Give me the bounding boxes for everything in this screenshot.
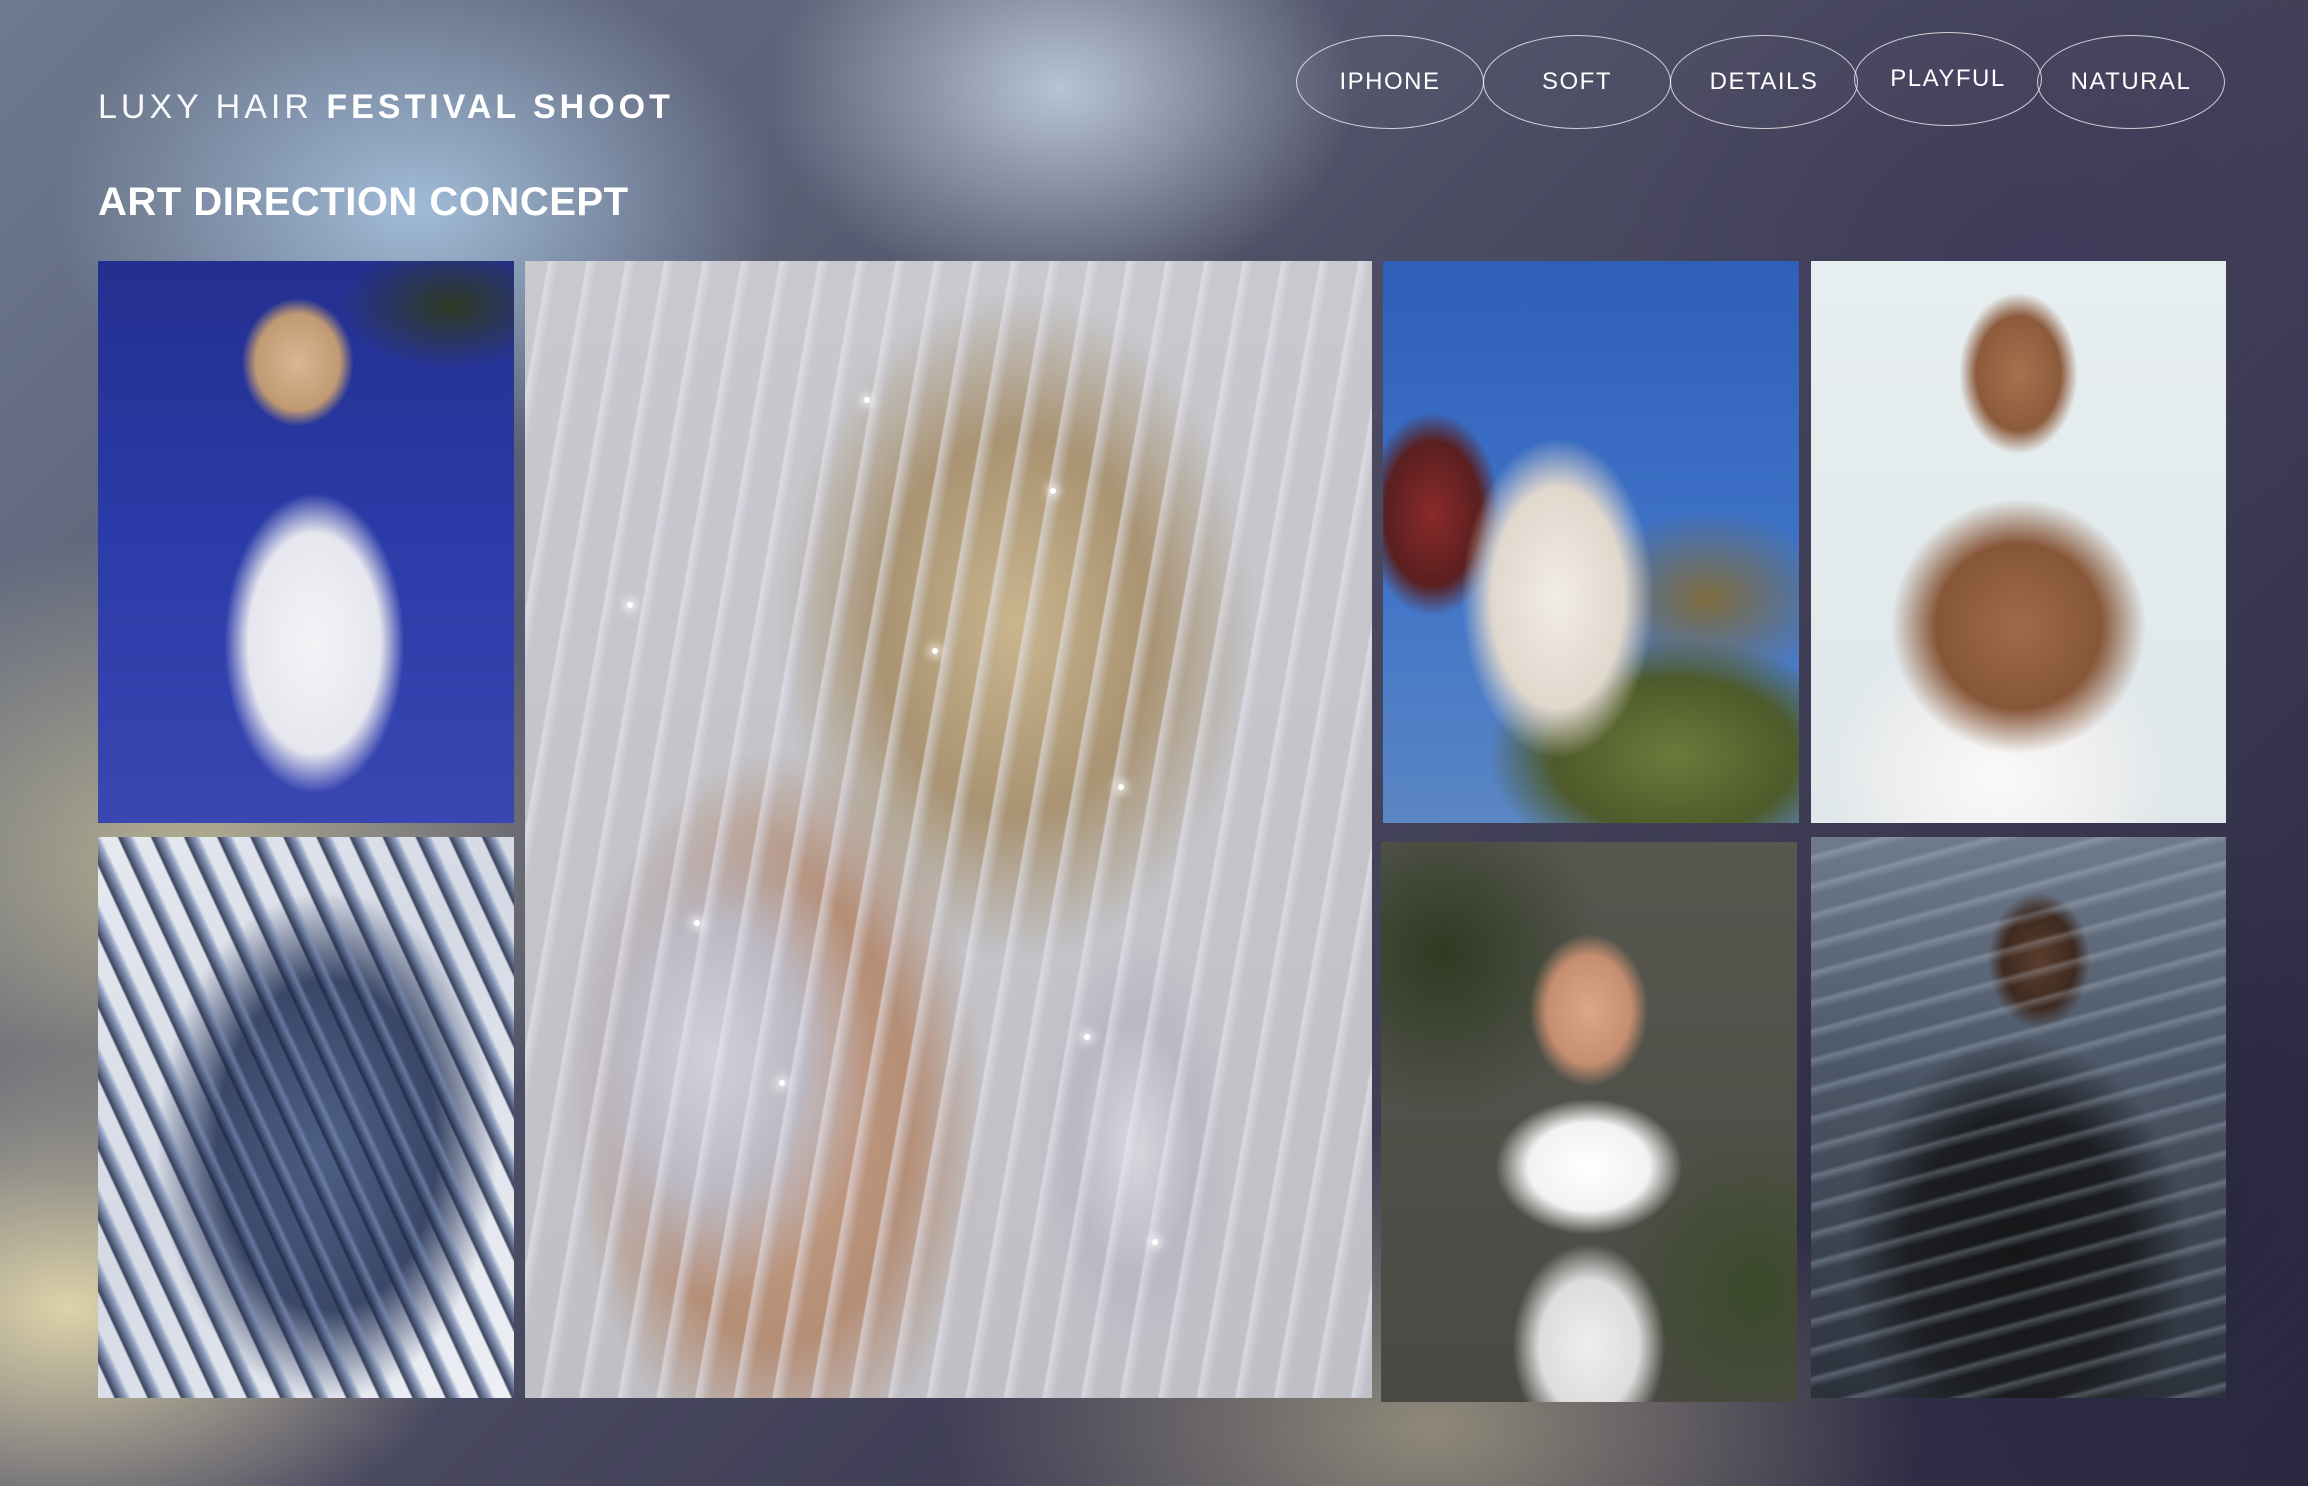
brand-name: LUXY HAIR (98, 88, 313, 126)
moodboard-image-ocean-overlay (1811, 837, 2226, 1398)
moodboard-image-braided-portrait (1811, 261, 2226, 823)
sparkle-highlight (1151, 1238, 1158, 1245)
sparkle-highlight (779, 1079, 786, 1086)
moodboard-image-cup-braids (1381, 842, 1797, 1402)
tag-details[interactable]: DETAILS (1670, 35, 1858, 129)
sparkle-highlight (863, 397, 870, 404)
sparkle-highlight (1084, 1034, 1091, 1041)
moodboard-image-cowboy-boots (1383, 261, 1799, 823)
tag-soft[interactable]: SOFT (1483, 35, 1671, 129)
tag-playful[interactable]: PLAYFUL (1854, 32, 2042, 126)
page-subtitle: ART DIRECTION CONCEPT (98, 180, 629, 224)
sparkle-highlight (694, 920, 701, 927)
sparkle-highlight (1050, 488, 1057, 495)
tag-natural[interactable]: NATURAL (2037, 35, 2225, 129)
shoot-name: FESTIVAL SHOOT (326, 88, 674, 126)
sparkle-highlight (1117, 784, 1124, 791)
page-title: LUXY HAIR FESTIVAL SHOOT (98, 88, 674, 127)
moodboard-image-lace-dress (98, 261, 514, 823)
tag-iphone[interactable]: IPHONE (1296, 35, 1484, 129)
sparkle-highlight (626, 602, 633, 609)
moodboard-image-sequin-fabric (98, 837, 514, 1398)
sparkle-highlight (931, 647, 938, 654)
moodboard-image-rhinestone-hair (525, 261, 1372, 1398)
